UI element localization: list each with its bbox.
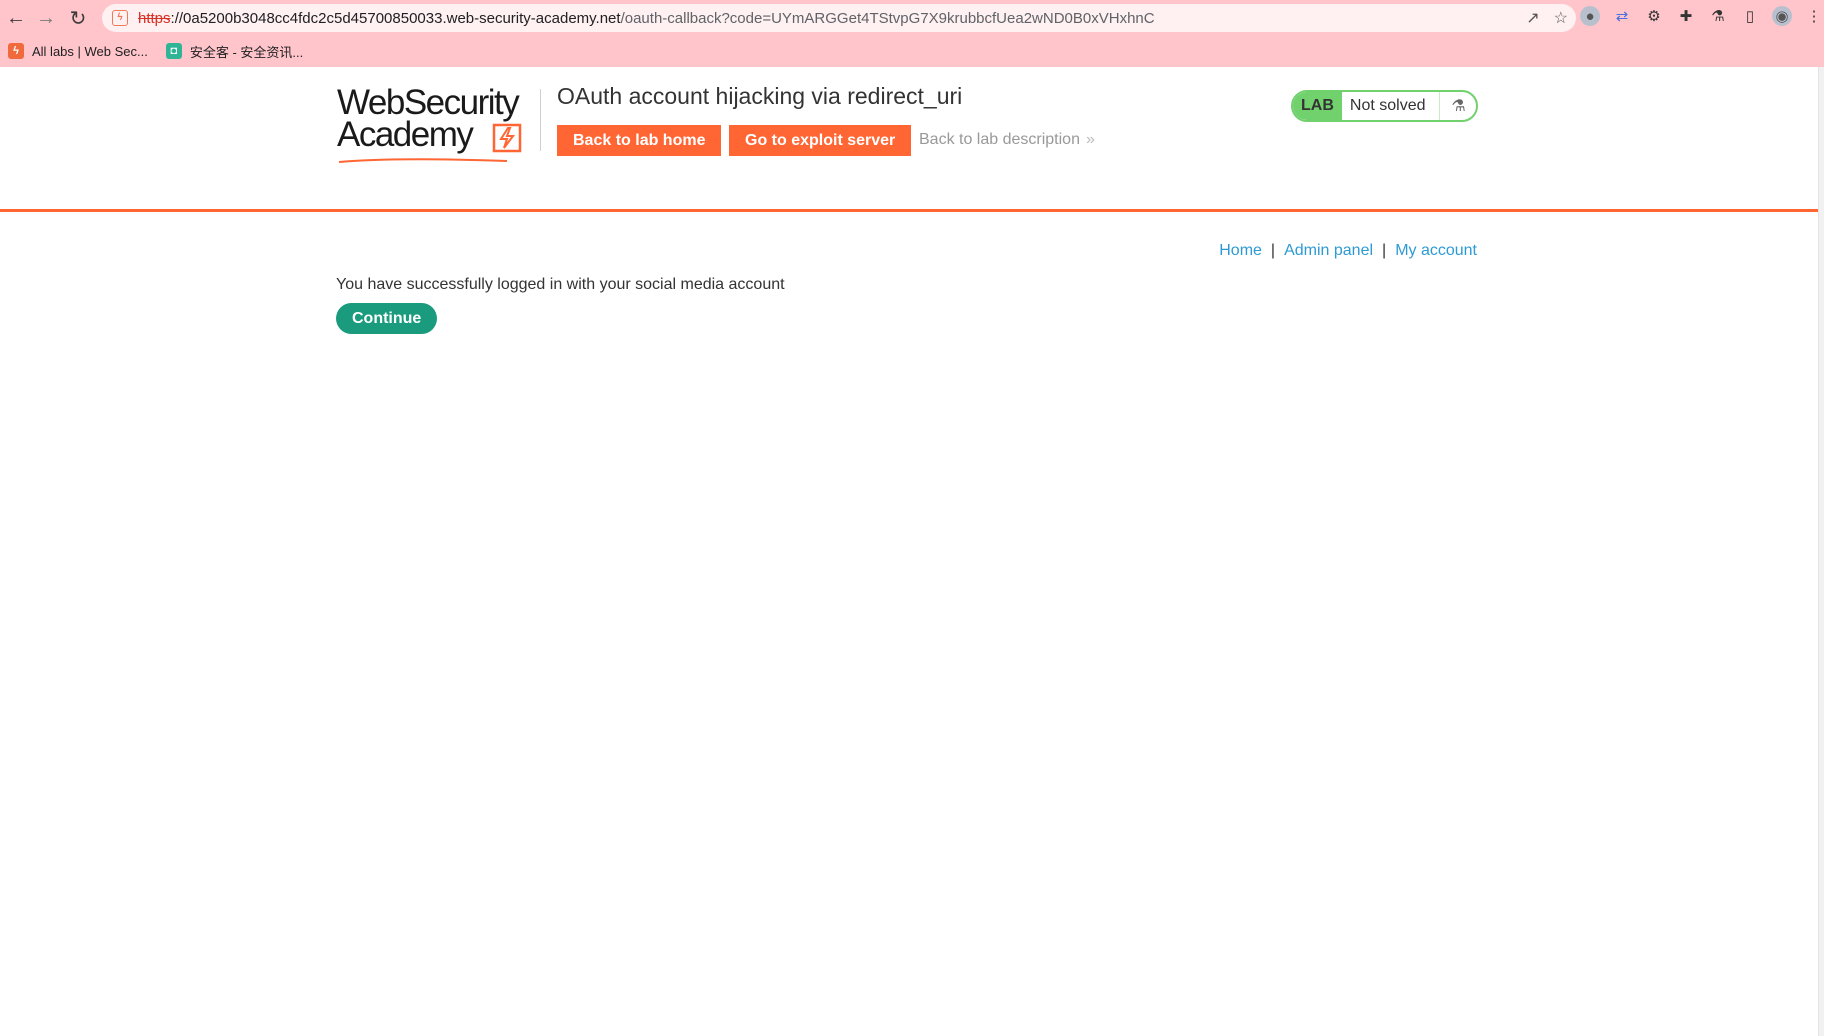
home-link[interactable]: Home: [1219, 242, 1262, 259]
browser-chrome: ← → ↻ ϟ https://0a5200b3048cc4fdc2c5d457…: [0, 0, 1824, 67]
nav-separator: |: [1270, 242, 1276, 259]
lab-header: WebSecurity Academy OAuth account hijack…: [0, 67, 1818, 212]
bookmark-star-icon[interactable]: ☆: [1554, 8, 1568, 28]
url-text: https://0a5200b3048cc4fdc2c5d45700850033…: [138, 9, 1155, 27]
settings-extension-icon[interactable]: ⚙: [1644, 6, 1664, 26]
double-chevron-right-icon: »: [1085, 131, 1095, 148]
profile-extension-icon[interactable]: ●: [1580, 6, 1600, 26]
menu-kebab-icon[interactable]: ⋮: [1804, 6, 1824, 26]
lab-title: OAuth account hijacking via redirect_uri: [557, 83, 963, 109]
address-bar[interactable]: ϟ https://0a5200b3048cc4fdc2c5d457008500…: [102, 4, 1576, 32]
lab-flask-icon[interactable]: ⚗: [1708, 6, 1728, 26]
nav-separator: |: [1382, 242, 1387, 259]
logo-bolt-icon: [492, 123, 522, 153]
translate-extension-icon[interactable]: ⇄: [1612, 6, 1632, 26]
side-panel-icon[interactable]: ▯: [1740, 6, 1760, 26]
bookmark-item[interactable]: ϟ All labs | Web Sec...: [8, 43, 148, 59]
bookmark-item[interactable]: ◘ 安全客 - 安全资讯...: [165, 42, 303, 61]
my-account-link[interactable]: My account: [1395, 242, 1477, 259]
lab-status-widget: LAB Not solved ⚗: [1291, 90, 1479, 122]
logo-underline: [338, 158, 508, 163]
continue-button[interactable]: Continue: [336, 303, 438, 334]
lab-badge: LAB: [1293, 92, 1342, 120]
bookmarks-bar: ϟ All labs | Web Sec... ◘ 安全客 - 安全资讯...: [0, 38, 303, 64]
login-success-message: You have successfully logged in with you…: [336, 276, 785, 293]
go-to-exploit-server-button[interactable]: Go to exploit server: [729, 125, 912, 156]
header-divider: [540, 89, 541, 151]
portswigger-icon: ϟ: [8, 43, 24, 59]
lab-status-text: Not solved: [1342, 92, 1441, 120]
account-avatar-icon[interactable]: ◉: [1772, 6, 1792, 26]
forward-arrow-icon[interactable]: →: [34, 6, 58, 30]
reload-icon[interactable]: ↻: [66, 6, 90, 30]
page-content: WebSecurity Academy OAuth account hijack…: [0, 67, 1818, 1036]
admin-panel-link[interactable]: Admin panel: [1284, 242, 1373, 259]
anquanke-icon: ◘: [165, 43, 182, 59]
share-icon[interactable]: ↗: [1526, 8, 1539, 28]
flask-icon: ⚗: [1451, 98, 1466, 115]
back-to-lab-description-link[interactable]: Back to lab description»: [919, 131, 1095, 149]
top-navigation: Home | Admin panel | My account: [1219, 242, 1477, 260]
back-to-lab-home-button[interactable]: Back to lab home: [557, 125, 722, 156]
extensions-puzzle-icon[interactable]: ✚: [1676, 6, 1696, 26]
web-security-academy-logo[interactable]: WebSecurity Academy: [337, 85, 537, 163]
page-scrollbar[interactable]: [1818, 67, 1824, 1036]
back-arrow-icon[interactable]: ←: [4, 6, 28, 30]
site-info-icon[interactable]: ϟ: [112, 10, 128, 26]
